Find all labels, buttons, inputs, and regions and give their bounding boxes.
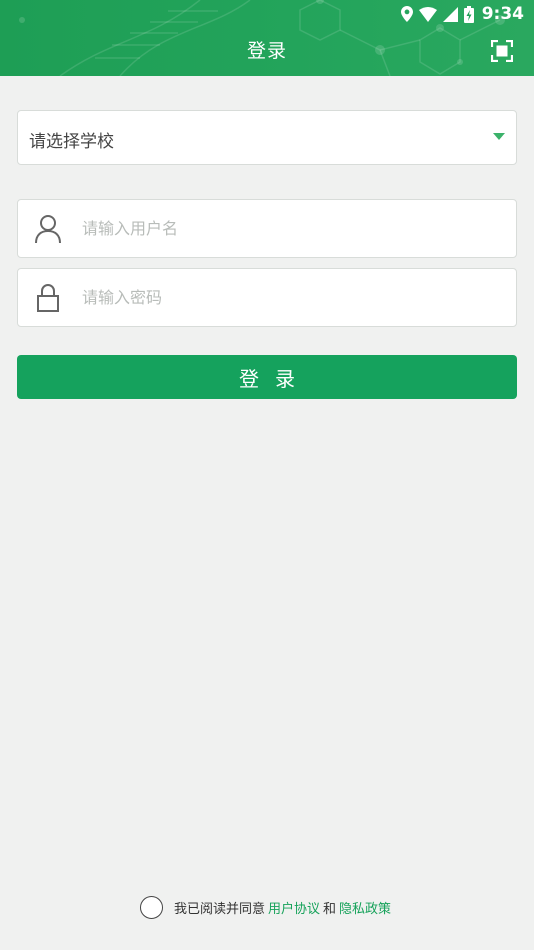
agreement-text: 我已阅读并同意 bbox=[173, 901, 265, 917]
lock-icon bbox=[37, 284, 59, 312]
username-field-container bbox=[17, 199, 517, 258]
school-select[interactable]: 请选择学校 bbox=[17, 110, 517, 165]
school-select-value: 请选择学校 bbox=[29, 132, 114, 152]
agree-radio[interactable] bbox=[139, 895, 163, 919]
status-bar: 9:34 bbox=[400, 4, 524, 24]
scan-icon[interactable] bbox=[491, 40, 513, 62]
agreement-and-text: 和 bbox=[323, 901, 337, 917]
user-icon bbox=[35, 215, 61, 244]
status-time: 9:34 bbox=[481, 4, 524, 24]
password-field-container bbox=[17, 268, 517, 327]
dropdown-arrow-icon bbox=[493, 133, 505, 140]
password-input[interactable] bbox=[82, 269, 502, 326]
login-button[interactable]: 登录 bbox=[17, 355, 517, 399]
user-agreement-link[interactable]: 用户协议 bbox=[268, 898, 320, 917]
location-icon bbox=[400, 6, 413, 22]
battery-icon bbox=[463, 5, 474, 23]
agreement-row: 我已阅读并同意 用户协议 和 隐私政策 bbox=[0, 894, 534, 920]
signal-icon bbox=[442, 6, 458, 22]
privacy-policy-link[interactable]: 隐私政策 bbox=[339, 898, 391, 917]
app-header: 9:34 登录 bbox=[0, 0, 534, 76]
username-input[interactable] bbox=[82, 200, 502, 257]
page-title: 登录 bbox=[246, 40, 287, 62]
wifi-icon bbox=[418, 6, 437, 22]
